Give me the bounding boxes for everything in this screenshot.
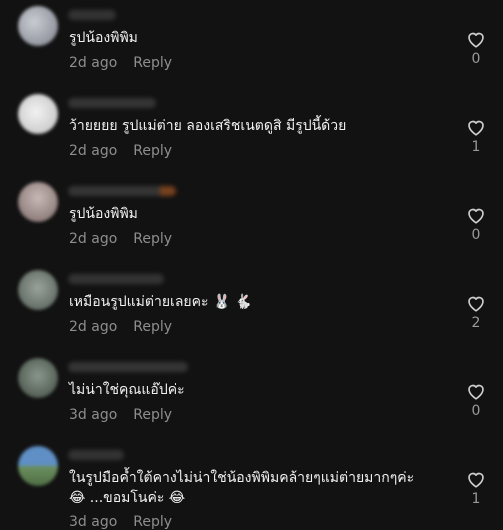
reply-button[interactable]: Reply xyxy=(133,407,172,423)
timestamp: 2d ago xyxy=(69,55,118,71)
like-count: 0 xyxy=(471,403,481,419)
timestamp: 2d ago xyxy=(69,143,118,159)
comment-text: ไม่น่าใช่คุณแอ๊ปค่ะ xyxy=(69,382,185,398)
username[interactable] xyxy=(68,98,156,108)
avatar[interactable] xyxy=(18,182,58,222)
timestamp: 3d ago xyxy=(69,407,118,423)
comment-text: รูปน้องพิพิม xyxy=(69,30,138,46)
comment-text-line-2: 😂 ...ขอมโนค่ะ 😂 xyxy=(69,490,186,506)
comment-meta: 2d ago Reply xyxy=(69,231,172,247)
comment-meta: 2d ago Reply xyxy=(69,319,172,335)
avatar[interactable] xyxy=(18,446,58,486)
comment-meta: 3d ago Reply xyxy=(69,407,172,423)
like-count: 0 xyxy=(471,51,481,67)
like-control[interactable]: 0 xyxy=(462,206,490,243)
reply-button[interactable]: Reply xyxy=(133,319,172,335)
like-count: 1 xyxy=(471,139,481,155)
username[interactable] xyxy=(68,186,176,196)
like-control[interactable]: 0 xyxy=(462,30,490,67)
comment-text: ในรูปมือค้ำใต้คางไม่น่าใช่น้องพิพิมคล้าย… xyxy=(69,470,415,486)
like-count: 0 xyxy=(471,227,481,243)
like-control[interactable]: 1 xyxy=(462,470,490,507)
comment-meta: 2d ago Reply xyxy=(69,55,172,71)
reply-button[interactable]: Reply xyxy=(133,143,172,159)
username[interactable] xyxy=(68,450,124,460)
reply-button[interactable]: Reply xyxy=(133,231,172,247)
heart-outline-icon[interactable] xyxy=(466,294,486,312)
reply-button[interactable]: Reply xyxy=(133,55,172,71)
timestamp: 3d ago xyxy=(69,514,118,530)
timestamp: 2d ago xyxy=(69,319,118,335)
reply-button[interactable]: Reply xyxy=(133,514,172,530)
comment-text: เหมือนรูปแม่ต่ายเลยคะ 🐰 🐇 xyxy=(69,294,253,310)
comment-text: ว้ายยยย รูปแม่ต่าย ลองเสริชเนตดูสิ มีรูป… xyxy=(69,118,347,134)
like-control[interactable]: 0 xyxy=(462,382,490,419)
username[interactable] xyxy=(68,362,188,372)
username[interactable] xyxy=(68,274,164,284)
avatar[interactable] xyxy=(18,270,58,310)
like-count: 2 xyxy=(471,315,481,331)
comment-meta: 2d ago Reply xyxy=(69,143,172,159)
avatar[interactable] xyxy=(18,358,58,398)
heart-outline-icon[interactable] xyxy=(466,118,486,136)
like-control[interactable]: 2 xyxy=(462,294,490,331)
comment-text: รูปน้องพิพิม xyxy=(69,206,138,222)
like-count: 1 xyxy=(471,491,481,507)
avatar[interactable] xyxy=(18,6,58,46)
username[interactable] xyxy=(68,10,116,20)
heart-outline-icon[interactable] xyxy=(466,470,486,488)
timestamp: 2d ago xyxy=(69,231,118,247)
heart-outline-icon[interactable] xyxy=(466,30,486,48)
comment-meta: 3d ago Reply xyxy=(69,514,172,530)
like-control[interactable]: 1 xyxy=(462,118,490,155)
heart-outline-icon[interactable] xyxy=(466,206,486,224)
avatar[interactable] xyxy=(18,94,58,134)
heart-outline-icon[interactable] xyxy=(466,382,486,400)
